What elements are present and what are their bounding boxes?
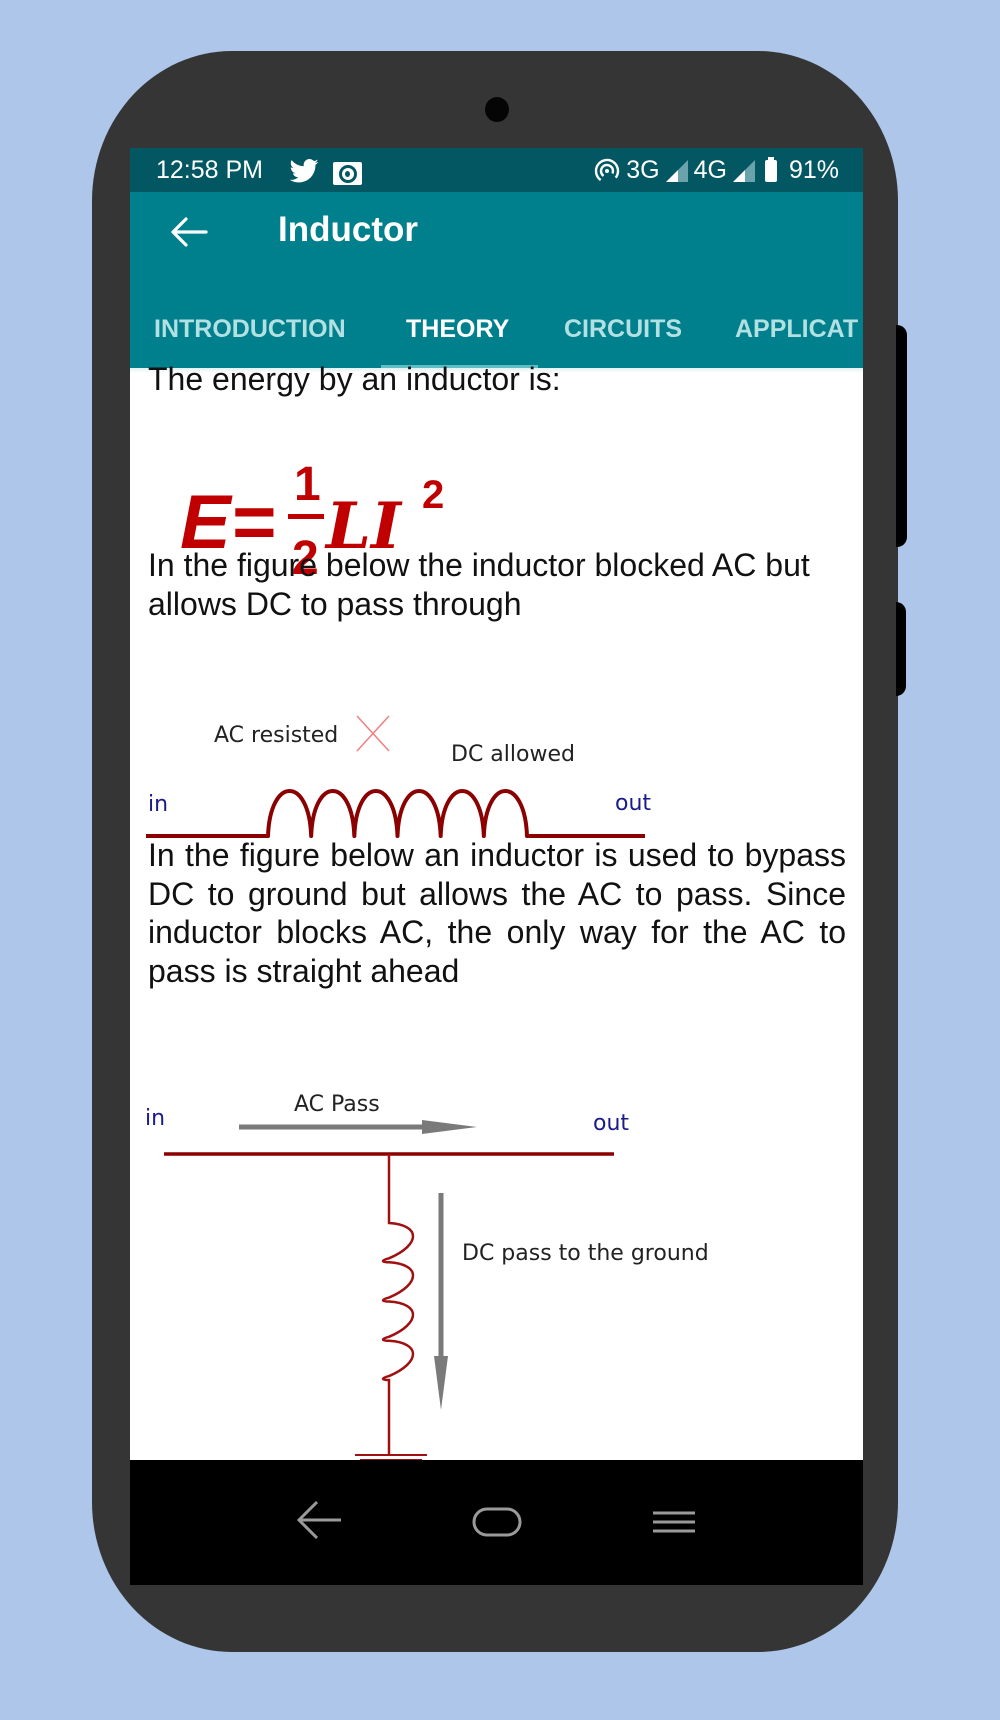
network-type-2: 4G (693, 156, 727, 184)
network-type-1: 3G (626, 156, 660, 184)
diagram2-ac-label: AC Pass (294, 1092, 380, 1117)
nav-recents-button[interactable] (639, 1490, 709, 1550)
front-camera (485, 97, 509, 122)
status-time: 12:58 PM (156, 156, 264, 184)
battery-icon (764, 156, 777, 182)
signal-icon (732, 159, 755, 182)
arrow-left-icon (171, 217, 208, 247)
energy-intro-text: The energy by an inductor is: (148, 361, 561, 397)
diagram2-out-label: out (593, 1111, 629, 1136)
inductor-coil-vertical (381, 1154, 415, 1455)
dc-bypass-text: In the figure below an inductor is used … (148, 837, 846, 989)
status-right-group: 3G 4G 91% (594, 156, 839, 185)
notification-app-icon (333, 162, 362, 185)
page-title: Inductor (278, 210, 418, 249)
cross-icon (356, 715, 390, 752)
nav-menu-icon (653, 1511, 695, 1533)
nav-back-icon (296, 1500, 341, 1540)
nav-home-icon (472, 1507, 522, 1537)
dc-arrow-icon (434, 1193, 448, 1410)
inductor-coil-horizontal (146, 789, 645, 838)
ac-arrow-icon (239, 1120, 477, 1134)
ac-block-text: In the figure below the inductor blocked… (148, 547, 810, 622)
volume-button (896, 602, 906, 696)
nav-home-button[interactable] (462, 1490, 532, 1550)
power-button (896, 325, 907, 547)
diagram2-in-label: in (145, 1106, 165, 1131)
system-nav-bar (130, 1460, 863, 1585)
diagram2-dc-label: DC pass to the ground (462, 1241, 709, 1266)
diagram1-out-label: out (615, 791, 651, 816)
diagram1-dc-label: DC allowed (451, 742, 575, 767)
signal-icon (665, 159, 688, 182)
phone-screen: 12:58 PM 3G 4G 91% Inductor INTRODUCTION… (130, 148, 863, 1585)
diagram1-in-label: in (148, 792, 168, 817)
diagram1-ac-label: AC resisted (214, 723, 338, 748)
app-toolbar: Inductor INTRODUCTION THEORY CIRCUITS AP… (130, 192, 863, 369)
formula-exponent: 2 (422, 473, 444, 517)
theory-content: The energy by an inductor is: E= 1 2 LI … (130, 361, 863, 1461)
twitter-icon (289, 159, 319, 183)
back-button[interactable] (164, 212, 212, 252)
shunt-inductor-diagram: in AC Pass out DC pass to the ground (145, 1092, 709, 1461)
nav-back-button[interactable] (285, 1490, 355, 1550)
hotspot-icon (595, 158, 620, 183)
formula-numerator: 1 (294, 458, 321, 511)
status-bar: 12:58 PM 3G 4G 91% (130, 148, 863, 192)
battery-percent: 91% (788, 156, 839, 184)
fraction-bar (288, 514, 324, 519)
